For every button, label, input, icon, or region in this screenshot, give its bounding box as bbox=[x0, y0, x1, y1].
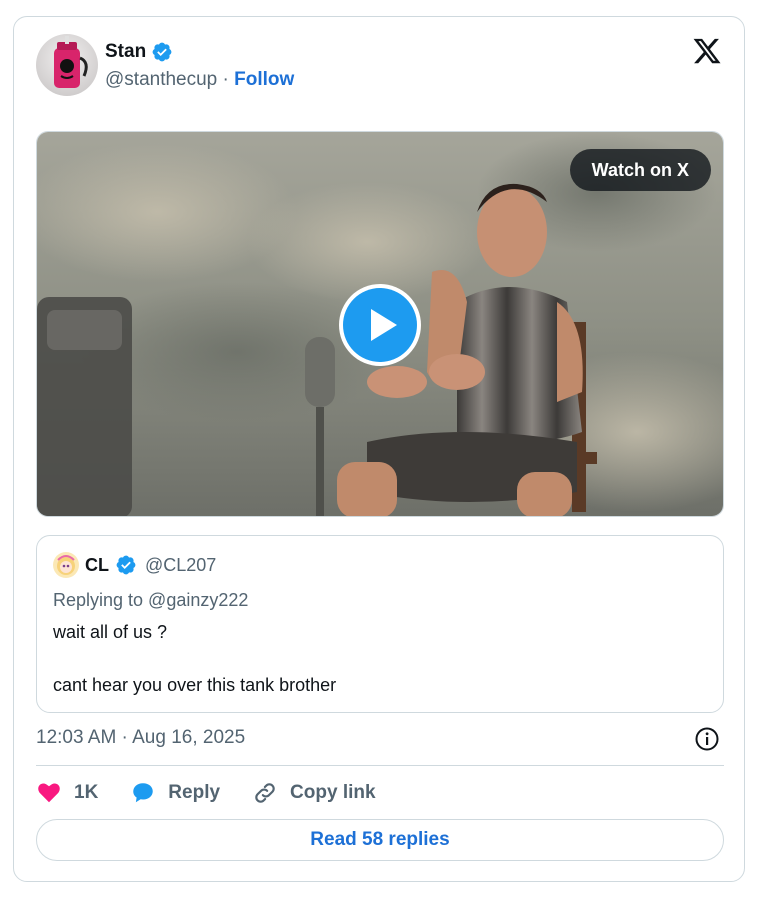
quoted-tweet-header: CL @CL207 bbox=[53, 552, 216, 578]
copy-link-label: Copy link bbox=[290, 782, 376, 803]
author-name-row: Stan bbox=[105, 41, 173, 63]
x-logo-icon[interactable] bbox=[692, 36, 722, 66]
info-icon[interactable] bbox=[694, 726, 720, 752]
author-name[interactable]: Stan bbox=[105, 41, 146, 63]
replying-to-text: Replying to @gainzy222 bbox=[53, 590, 249, 610]
play-icon[interactable] bbox=[337, 282, 423, 368]
copy-link-button[interactable]: Copy link bbox=[252, 780, 376, 806]
read-replies-button[interactable]: Read 58 replies bbox=[36, 819, 724, 861]
follow-button[interactable]: Follow bbox=[234, 69, 294, 90]
quoted-tweet-text-line-2: cant hear you over this tank brother bbox=[53, 675, 337, 695]
quoted-author-handle: @CL207 bbox=[145, 554, 217, 575]
separator-dot: · bbox=[222, 69, 229, 90]
speech-bubble-icon bbox=[133, 783, 154, 803]
verified-badge-icon bbox=[151, 41, 173, 63]
verified-badge-icon bbox=[115, 554, 137, 576]
quoted-author-avatar bbox=[53, 552, 79, 578]
author-avatar[interactable] bbox=[36, 34, 98, 96]
embedded-tweet-card: Stan @stanthecup · Follow Watch on X CL … bbox=[13, 16, 745, 882]
reply-label: Reply bbox=[168, 782, 221, 803]
action-bar: 1K Reply Copy link bbox=[36, 777, 408, 809]
like-button[interactable]: 1K bbox=[36, 780, 98, 806]
like-count: 1K bbox=[74, 782, 99, 803]
author-handle[interactable]: @stanthecup bbox=[105, 69, 217, 90]
link-icon bbox=[255, 783, 275, 803]
divider bbox=[36, 765, 724, 766]
quoted-tweet[interactable]: CL @CL207 Replying to @gainzy222 wait al… bbox=[36, 535, 724, 713]
heart-icon bbox=[38, 783, 60, 803]
quoted-tweet-text-line-1: wait all of us ? bbox=[53, 622, 168, 642]
tweet-timestamp[interactable]: 12:03 AM · Aug 16, 2025 bbox=[36, 727, 245, 749]
reply-button[interactable]: Reply bbox=[130, 780, 220, 806]
quoted-author-name: CL bbox=[85, 554, 109, 575]
video-player[interactable]: Watch on X bbox=[36, 131, 724, 517]
watch-on-x-button[interactable]: Watch on X bbox=[569, 149, 711, 191]
author-handle-row: @stanthecup · Follow bbox=[105, 69, 294, 91]
